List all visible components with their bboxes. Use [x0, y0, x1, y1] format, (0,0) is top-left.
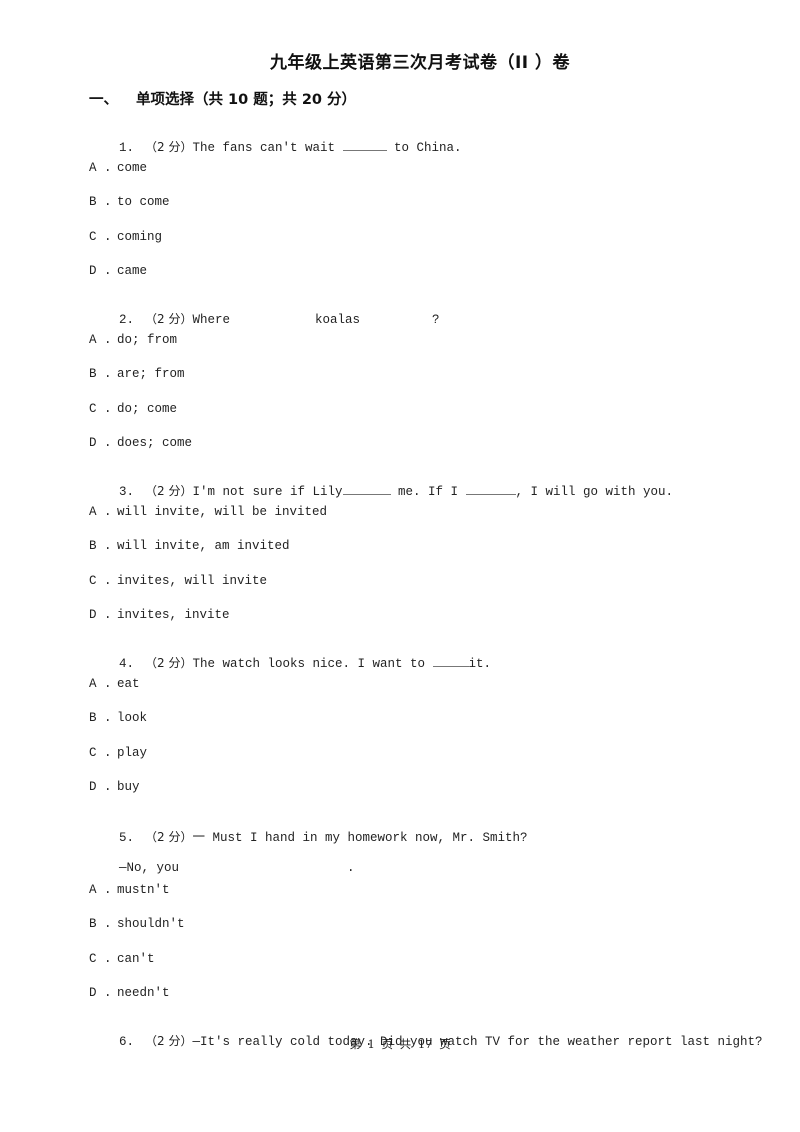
option-text: does; come	[117, 436, 193, 450]
option-a[interactable]: A . eat	[89, 677, 140, 691]
option-letter: C .	[89, 746, 112, 760]
option-letter: B .	[89, 917, 112, 931]
question-text: I'm not sure if Lily	[192, 485, 343, 499]
option-c[interactable]: C . do; come	[89, 402, 177, 416]
page-footer: 第 1 页 共 17 页	[349, 1037, 451, 1051]
answer-blank	[342, 483, 391, 495]
option-letter: D .	[89, 608, 112, 622]
option-text: came	[117, 264, 148, 278]
option-b[interactable]: B . will invite, am invited	[89, 539, 290, 553]
option-letter: A .	[89, 505, 112, 519]
option-letter: A .	[89, 333, 112, 347]
option-letter: A .	[89, 677, 112, 691]
option-letter: D .	[89, 264, 112, 278]
option-letter: D .	[89, 436, 112, 450]
option-d[interactable]: D . needn't	[89, 986, 170, 1000]
reply-text: —No, you	[119, 861, 180, 875]
option-text: invites, will invite	[117, 574, 268, 588]
option-c[interactable]: C . play	[89, 746, 147, 760]
question-number: 5.	[119, 831, 135, 845]
question-score: （2 分）	[145, 656, 193, 670]
option-text: can't	[117, 952, 155, 966]
option-text: come	[117, 161, 148, 175]
option-letter: C .	[89, 574, 112, 588]
option-letter: B .	[89, 539, 112, 553]
question-text: ?	[432, 313, 440, 327]
question-text: 一 Must I hand in my homework now, Mr. Sm…	[192, 831, 528, 845]
answer-blank	[465, 483, 516, 495]
option-letter: C .	[89, 402, 112, 416]
option-text: coming	[117, 230, 163, 244]
answer-blank	[432, 655, 469, 667]
option-letter: D .	[89, 780, 112, 794]
question-number: 4.	[119, 657, 135, 671]
option-b[interactable]: B . shouldn't	[89, 917, 185, 931]
option-b[interactable]: B . look	[89, 711, 147, 725]
question-text: , I will go with you.	[515, 485, 674, 499]
option-letter: C .	[89, 230, 112, 244]
question-number: 1.	[119, 141, 135, 155]
section-heading: 一、 单项选择（共 10 题；共 20 分）	[89, 88, 356, 109]
exam-title: 九年级上英语第三次月考试卷（II ）卷	[269, 53, 571, 73]
question-4: 4. （2 分）The watch looks nice. I want to i…	[89, 640, 491, 685]
question-text: it.	[468, 657, 492, 671]
section-label: 单项选择（共 10 题；共 20 分）	[136, 92, 357, 108]
question-text: to China.	[386, 141, 462, 155]
option-a[interactable]: A . come	[89, 161, 147, 175]
question-number: 3.	[119, 485, 135, 499]
exam-page: 九年级上英语第三次月考试卷（II ）卷 一、 单项选择（共 10 题；共 20 分…	[0, 0, 800, 1132]
option-c[interactable]: C . invites, will invite	[89, 574, 267, 588]
question-score: （2 分）	[145, 484, 193, 498]
option-d[interactable]: D . buy	[89, 780, 140, 794]
option-text: to come	[117, 195, 170, 209]
option-letter: C .	[89, 952, 112, 966]
option-text: needn't	[117, 986, 170, 1000]
option-text: look	[117, 711, 148, 725]
question-score: （2 分）	[145, 140, 193, 154]
option-text: buy	[117, 780, 140, 794]
question-text: Where	[192, 313, 230, 327]
option-d[interactable]: D . came	[89, 264, 147, 278]
option-text: do; come	[117, 402, 178, 416]
question-text: me. If I	[390, 485, 466, 499]
question-text: The fans can't wait	[192, 141, 343, 155]
option-a[interactable]: A . will invite, will be invited	[89, 505, 327, 519]
answer-blank	[342, 139, 387, 151]
option-text: will invite, am invited	[117, 539, 290, 553]
option-text: shouldn't	[117, 917, 185, 931]
option-b[interactable]: B . are; from	[89, 367, 185, 381]
option-b[interactable]: B . to come	[89, 195, 170, 209]
option-a[interactable]: A . do; from	[89, 333, 177, 347]
option-text: eat	[117, 677, 140, 691]
question-score: （2 分）	[145, 312, 193, 326]
option-text: do; from	[117, 333, 178, 347]
option-text: are; from	[117, 367, 185, 381]
option-d[interactable]: D . does; come	[89, 436, 192, 450]
option-d[interactable]: D . invites, invite	[89, 608, 230, 622]
question-text: The watch looks nice. I want to	[192, 657, 433, 671]
option-text: will invite, will be invited	[117, 505, 328, 519]
section-number: 一、	[89, 92, 118, 108]
option-letter: B .	[89, 367, 112, 381]
option-c[interactable]: C . coming	[89, 230, 162, 244]
option-c[interactable]: C . can't	[89, 952, 155, 966]
option-letter: A .	[89, 161, 112, 175]
question-score: （2 分）	[145, 830, 193, 844]
option-letter: B .	[89, 195, 112, 209]
option-text: invites, invite	[117, 608, 230, 622]
question-text: koalas	[314, 313, 360, 327]
option-letter: B .	[89, 711, 112, 725]
reply-text: .	[347, 861, 355, 875]
question-number: 2.	[119, 313, 135, 327]
option-text: mustn't	[117, 883, 170, 897]
option-letter: A .	[89, 883, 112, 897]
option-text: play	[117, 746, 148, 760]
option-letter: D .	[89, 986, 112, 1000]
option-a[interactable]: A . mustn't	[89, 883, 170, 897]
